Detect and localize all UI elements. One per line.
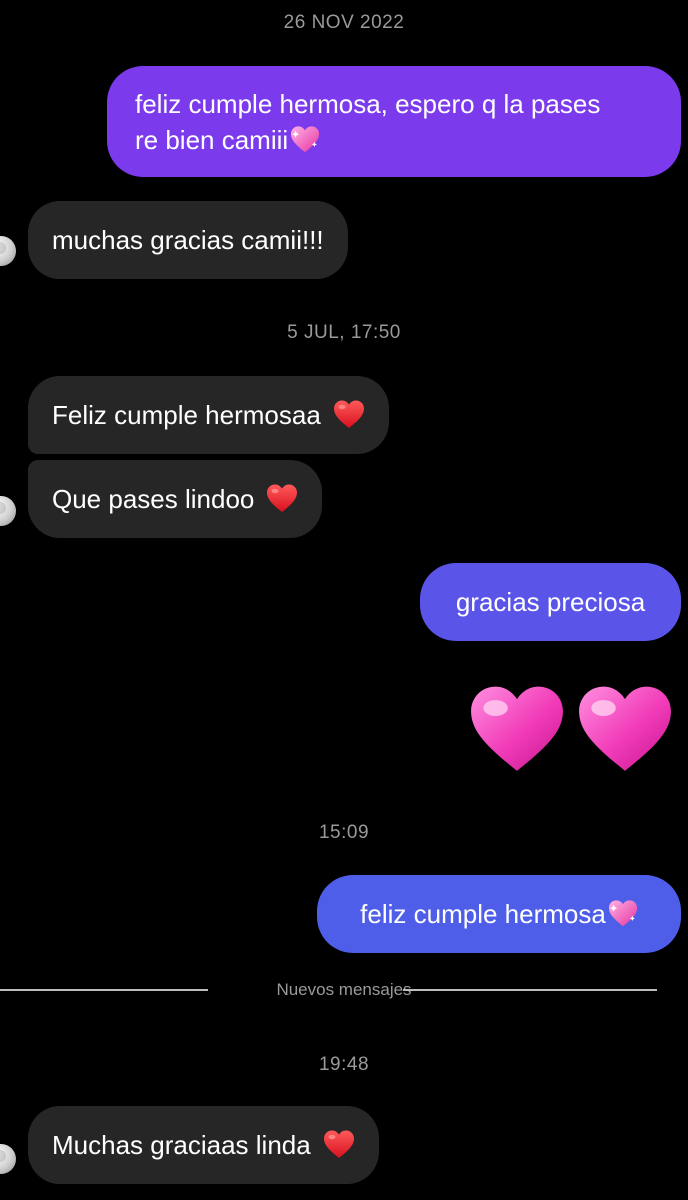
message-text: gracias preciosa — [455, 586, 646, 617]
red-heart-icon — [323, 1130, 354, 1158]
sparkling-heart-icon — [608, 900, 637, 927]
red-heart-icon — [333, 400, 364, 428]
pink-heart-icon[interactable] — [468, 682, 566, 780]
sparkling-heart-icon — [291, 125, 320, 152]
avatar[interactable] — [0, 1144, 16, 1174]
incoming-message[interactable]: muchas gracias camii!!! — [28, 201, 348, 279]
incoming-message[interactable]: Feliz cumple hermosaa — [28, 376, 389, 454]
incoming-message[interactable]: Muchas graciaas linda — [28, 1106, 379, 1184]
message-text-line: feliz cumple hermosa, espero q la pases — [135, 88, 601, 119]
message-text: muchas gracias camii!!! — [52, 224, 324, 255]
outgoing-message[interactable]: gracias preciosa — [420, 563, 681, 641]
time-separator: 15:09 — [318, 822, 370, 843]
outgoing-message[interactable]: feliz cumple hermosa, espero q la pases … — [107, 66, 681, 177]
message-text: Que pases lindoo — [52, 483, 255, 514]
date-separator: 26 NOV 2022 — [283, 12, 405, 33]
divider-line — [403, 989, 657, 991]
avatar[interactable] — [0, 236, 16, 266]
date-separator: 5 JUL, 17:50 — [287, 322, 401, 343]
message-text: feliz cumple hermosa — [360, 898, 606, 929]
pink-heart-icon[interactable] — [576, 682, 674, 780]
message-text-line: re bien camiii — [135, 124, 289, 155]
message-text: Muchas graciaas linda — [52, 1129, 311, 1160]
outgoing-message[interactable]: feliz cumple hermosa — [317, 875, 681, 953]
incoming-message[interactable]: Que pases lindoo — [28, 460, 323, 538]
message-text: Feliz cumple hermosaa — [52, 399, 321, 430]
red-heart-icon — [267, 484, 298, 512]
time-separator: 19:48 — [318, 1054, 370, 1075]
avatar[interactable] — [0, 496, 16, 526]
